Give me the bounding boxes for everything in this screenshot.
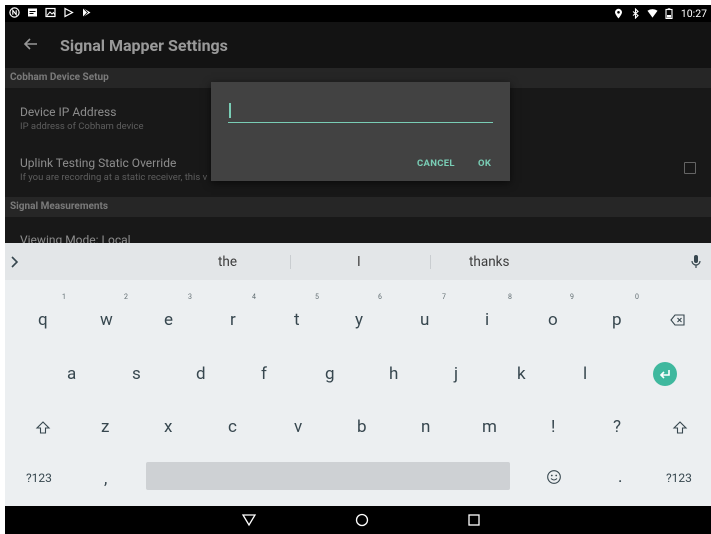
key-o[interactable]: o — [548, 310, 558, 330]
ip-address-input[interactable] — [228, 100, 493, 123]
key-i-hint: 8 — [508, 293, 512, 301]
key-z[interactable]: z — [101, 417, 109, 437]
ip-address-dialog: CANCEL OK — [211, 82, 510, 181]
suggestion-3[interactable]: thanks — [469, 254, 509, 270]
key-h[interactable]: h — [389, 364, 398, 384]
enter-arrow-icon — [659, 370, 670, 379]
key-v[interactable]: v — [294, 417, 302, 437]
nav-home-icon[interactable] — [354, 512, 370, 528]
status-left-icons — [9, 7, 92, 18]
message-icon — [27, 7, 38, 18]
shift-right-icon[interactable] — [672, 420, 688, 436]
key-u-hint: 7 — [442, 293, 446, 301]
key-comma[interactable]: , — [104, 469, 107, 489]
suggestion-1[interactable]: the — [218, 254, 237, 270]
key-b[interactable]: b — [357, 417, 367, 437]
key-w[interactable]: w — [100, 310, 113, 330]
key-n[interactable]: n — [421, 417, 430, 437]
key-f[interactable]: f — [261, 364, 267, 384]
key-x[interactable]: x — [164, 417, 172, 437]
key-j[interactable]: j — [454, 364, 458, 384]
suggestion-divider — [290, 255, 291, 269]
key-w-hint: 2 — [124, 293, 128, 301]
cancel-button[interactable]: CANCEL — [417, 158, 455, 169]
key-u[interactable]: u — [420, 310, 429, 330]
suggestion-2[interactable]: I — [357, 254, 361, 270]
nav-back-icon[interactable] — [241, 512, 257, 528]
notification-n-icon — [9, 7, 20, 18]
emoji-icon[interactable] — [546, 469, 562, 485]
chevron-right-icon[interactable] — [9, 254, 21, 268]
key-c[interactable]: c — [228, 417, 237, 437]
key-question[interactable]: ? — [613, 417, 621, 437]
key-exclamation[interactable]: ! — [551, 417, 555, 437]
key-l[interactable]: l — [583, 364, 587, 384]
suggestion-strip: the I thanks — [5, 243, 711, 280]
text-caret — [229, 103, 231, 118]
media-icon — [63, 7, 74, 18]
key-g[interactable]: g — [325, 364, 335, 384]
play-store-icon — [81, 7, 92, 18]
shift-left-icon[interactable] — [35, 420, 51, 436]
microphone-icon[interactable] — [690, 254, 702, 269]
key-m[interactable]: m — [482, 417, 497, 437]
battery-icon — [664, 8, 675, 19]
bluetooth-icon — [630, 8, 641, 19]
key-k[interactable]: k — [517, 364, 526, 384]
key-t[interactable]: t — [294, 310, 300, 330]
backspace-icon[interactable] — [670, 312, 686, 326]
status-time: 10:27 — [680, 7, 707, 20]
key-r-hint: 4 — [252, 293, 256, 301]
symbols-key-left[interactable]: ?123 — [26, 471, 52, 485]
key-e-hint: 3 — [188, 293, 192, 301]
status-bar: 10:27 — [5, 5, 711, 22]
navigation-bar — [5, 506, 711, 534]
key-r[interactable]: r — [230, 310, 236, 330]
key-q[interactable]: q — [38, 310, 48, 330]
key-y[interactable]: y — [355, 310, 363, 330]
enter-key[interactable] — [653, 362, 677, 386]
ok-button[interactable]: OK — [478, 158, 491, 169]
location-icon — [613, 8, 624, 19]
device-screen: 10:27 Signal Mapper Settings Cobham Devi… — [5, 5, 711, 534]
key-q-hint: 1 — [62, 293, 66, 301]
key-period[interactable]: . — [618, 467, 622, 487]
key-d[interactable]: d — [196, 364, 206, 384]
key-e[interactable]: e — [164, 310, 173, 330]
key-p[interactable]: p — [612, 310, 622, 330]
key-s[interactable]: s — [132, 364, 141, 384]
key-i[interactable]: i — [485, 310, 489, 330]
photo-icon — [45, 7, 56, 18]
symbols-key-right[interactable]: ?123 — [666, 471, 692, 485]
wifi-icon — [647, 8, 658, 19]
key-p-hint: 0 — [635, 293, 639, 301]
key-a[interactable]: a — [67, 364, 76, 384]
space-bar[interactable] — [146, 462, 510, 490]
suggestion-divider — [430, 255, 431, 269]
status-right-icons: 10:27 — [613, 7, 707, 20]
key-o-hint: 9 — [570, 293, 574, 301]
soft-keyboard: the I thanks q 1 w 2 e 3 r 4 t 5 y 6 u 7… — [5, 243, 711, 506]
key-t-hint: 5 — [315, 293, 319, 301]
nav-recents-icon[interactable] — [466, 512, 482, 528]
key-y-hint: 6 — [378, 293, 382, 301]
